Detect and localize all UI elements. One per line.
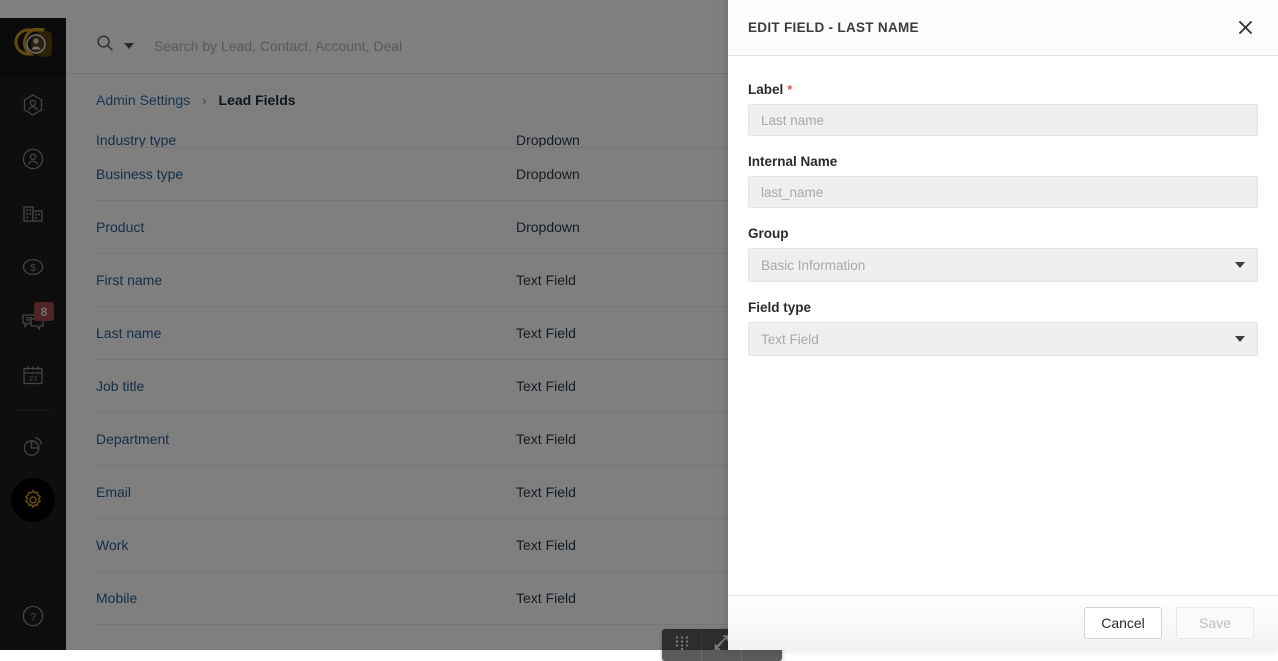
edit-field-panel: EDIT FIELD - LAST NAME Label * Last name <box>728 0 1278 650</box>
internal-name-label: Internal Name <box>748 154 837 169</box>
field-type-field-block: Field type Text Field <box>748 300 1258 356</box>
group-select[interactable]: Basic Information <box>748 248 1258 282</box>
internal-name-placeholder: last_name <box>761 185 823 200</box>
label-field-block: Label * Last name <box>748 82 1258 136</box>
field-type-label: Field type <box>748 300 811 315</box>
application-root: $ 8 23 <box>0 0 1278 650</box>
label-input[interactable]: Last name <box>748 104 1258 136</box>
save-button[interactable]: Save <box>1176 607 1254 639</box>
internal-name-label-row: Internal Name <box>748 154 1258 169</box>
panel-body: Label * Last name Internal Name last_nam… <box>728 56 1278 595</box>
group-label-row: Group <box>748 226 1258 241</box>
cancel-button[interactable]: Cancel <box>1084 607 1162 639</box>
group-label: Group <box>748 226 789 241</box>
label-field-label-row: Label * <box>748 82 1258 97</box>
internal-name-field-block: Internal Name last_name <box>748 154 1258 208</box>
close-icon[interactable] <box>1232 15 1258 41</box>
panel-title: EDIT FIELD - LAST NAME <box>748 20 919 35</box>
required-marker: * <box>787 82 792 97</box>
chevron-down-icon <box>1235 336 1245 342</box>
field-type-select-value: Text Field <box>761 332 819 347</box>
chevron-down-icon <box>1235 262 1245 268</box>
field-type-select[interactable]: Text Field <box>748 322 1258 356</box>
group-field-block: Group Basic Information <box>748 226 1258 282</box>
field-type-label-row: Field type <box>748 300 1258 315</box>
panel-footer: Cancel Save <box>728 595 1278 650</box>
group-select-value: Basic Information <box>761 258 865 273</box>
label-field-label: Label <box>748 82 783 97</box>
label-input-placeholder: Last name <box>761 113 824 128</box>
internal-name-input[interactable]: last_name <box>748 176 1258 208</box>
panel-header: EDIT FIELD - LAST NAME <box>728 0 1278 56</box>
